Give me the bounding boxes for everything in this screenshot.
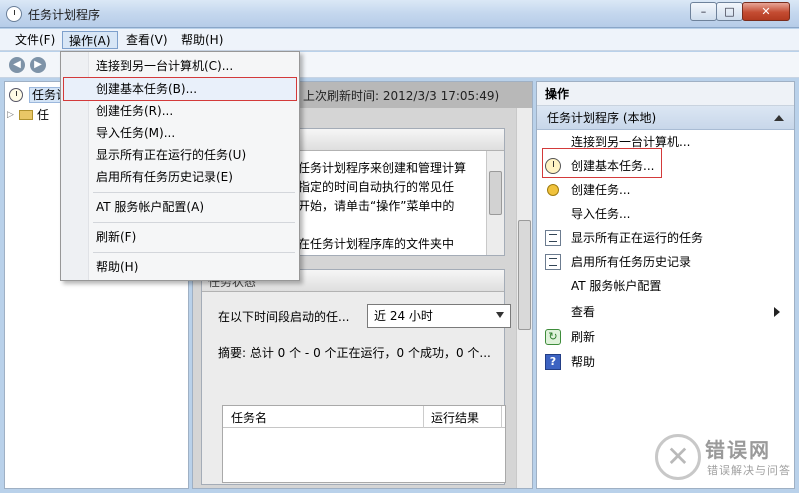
action-label: 帮助	[571, 355, 596, 369]
action-label: 刷新	[571, 330, 596, 344]
column-header-run-result[interactable]: 运行结果	[431, 409, 479, 426]
actions-header: 操作	[537, 82, 794, 106]
folder-icon	[19, 110, 33, 120]
menu-bar: 文件(F) 操作(A) 查看(V) 帮助(H)	[0, 29, 799, 51]
action-label: 创建任务...	[571, 183, 631, 197]
action-create-task[interactable]: 创建任务...	[537, 178, 794, 202]
period-select[interactable]: 近 24 小时	[367, 304, 511, 328]
scrollbar-thumb[interactable]	[489, 171, 502, 215]
action-enable-history[interactable]: 启用所有任务历史记录	[537, 250, 794, 274]
menu-item-at-service-config[interactable]: AT 服务帐户配置(A)	[63, 196, 297, 218]
site-watermark: ✕ 错误网 错误解决与问答	[655, 432, 799, 490]
watermark-logo-icon: ✕	[655, 434, 701, 480]
overview-scrollbar[interactable]	[486, 151, 504, 255]
help-icon: ?	[545, 354, 561, 370]
period-label: 在以下时间段启动的任...	[218, 310, 350, 324]
highlight-box	[542, 148, 662, 178]
menu-item-create-basic-task[interactable]: 创建基本任务(B)...	[63, 78, 297, 100]
center-scrollbar[interactable]	[516, 108, 532, 488]
menu-separator	[93, 192, 295, 193]
action-show-running-tasks[interactable]: 显示所有正在运行的任务	[537, 226, 794, 250]
history-icon	[545, 254, 561, 270]
submenu-arrow-icon	[774, 307, 780, 317]
action-label: AT 服务帐户配置	[571, 279, 662, 293]
menu-item-connect-computer[interactable]: 连接到另一台计算机(C)...	[63, 55, 297, 77]
tree-item-label: 任	[37, 108, 50, 122]
list-icon	[545, 230, 561, 246]
column-header-task-name[interactable]: 任务名	[231, 409, 267, 426]
title-bar: 任务计划程序 – □ ✕	[0, 0, 799, 28]
expand-arrow-icon[interactable]: ▷	[7, 105, 14, 125]
action-help[interactable]: ? 帮助	[537, 350, 794, 374]
clock-icon	[9, 88, 23, 102]
action-label: 导入任务...	[571, 207, 631, 221]
collapse-caret-icon[interactable]	[774, 115, 784, 121]
action-refresh[interactable]: ↻ 刷新	[537, 325, 794, 349]
refresh-icon: ↻	[545, 329, 561, 345]
action-label: 查看	[571, 305, 596, 319]
task-table: 任务名 运行结果	[222, 405, 506, 483]
menu-item-enable-history[interactable]: 启用所有任务历史记录(E)	[63, 166, 297, 188]
menu-separator	[93, 222, 295, 223]
menu-item-show-running[interactable]: 显示所有正在运行的任务(U)	[63, 144, 297, 166]
menu-item-help[interactable]: 帮助(H)	[63, 256, 297, 278]
task-status-section: 任务状态 在以下时间段启动的任... 近 24 小时 摘要: 总计 0 个 - …	[201, 269, 511, 485]
action-label: 连接到另一台计算机...	[571, 135, 691, 149]
close-button[interactable]: ✕	[742, 2, 790, 21]
summary-text: 摘要: 总计 0 个 - 0 个正在运行，0 个成功，0 个...	[218, 346, 491, 360]
watermark-subtitle: 错误解决与问答	[707, 464, 791, 477]
column-divider[interactable]	[423, 406, 424, 428]
back-arrow-icon[interactable]: ◀	[9, 57, 25, 73]
table-header: 任务名 运行结果	[223, 406, 505, 428]
action-view[interactable]: 查看	[537, 300, 794, 324]
column-divider[interactable]	[501, 406, 502, 428]
menu-item-refresh[interactable]: 刷新(F)	[63, 226, 297, 248]
maximize-button[interactable]: □	[716, 2, 743, 21]
period-select-value: 近 24 小时	[374, 309, 433, 323]
gear-icon	[547, 184, 559, 196]
tree-item-library[interactable]: ▷ 任	[7, 105, 50, 125]
minimize-button[interactable]: –	[690, 2, 717, 21]
actions-group-header[interactable]: 任务计划程序 (本地)	[537, 106, 794, 130]
forward-arrow-icon[interactable]: ▶	[30, 57, 46, 73]
last-refresh-time: 上次刷新时间: 2012/3/3 17:05:49)	[303, 89, 500, 103]
action-label: 启用所有任务历史记录	[571, 255, 692, 269]
action-dropdown-menu: 连接到另一台计算机(C)... 创建基本任务(B)... 创建任务(R)... …	[60, 51, 300, 281]
watermark-title: 错误网	[705, 438, 771, 462]
actions-pane: 操作 任务计划程序 (本地) 连接到另一台计算机... 创建基本任务... 创建…	[536, 81, 795, 489]
menu-action[interactable]: 操作(A)	[62, 31, 118, 49]
menu-help[interactable]: 帮助(H)	[175, 31, 229, 49]
menu-file[interactable]: 文件(F)	[9, 31, 61, 49]
menu-separator	[93, 252, 295, 253]
task-scheduler-icon	[6, 6, 22, 22]
menu-item-import-task[interactable]: 导入任务(M)...	[63, 122, 297, 144]
chevron-down-icon	[496, 312, 504, 318]
overview-text: 任务计划程序来创建和管理计算 指定的时间自动执行的常见任 开始，请单击“操作”菜…	[298, 161, 467, 251]
window-title: 任务计划程序	[28, 8, 101, 22]
scrollbar-thumb[interactable]	[518, 220, 531, 330]
menu-view[interactable]: 查看(V)	[120, 31, 174, 49]
action-label: 显示所有正在运行的任务	[571, 231, 704, 245]
action-import-task[interactable]: 导入任务...	[537, 202, 794, 226]
menu-item-create-task[interactable]: 创建任务(R)...	[63, 100, 297, 122]
action-at-service-config[interactable]: AT 服务帐户配置	[537, 274, 794, 298]
actions-group-label: 任务计划程序 (本地)	[547, 111, 657, 125]
